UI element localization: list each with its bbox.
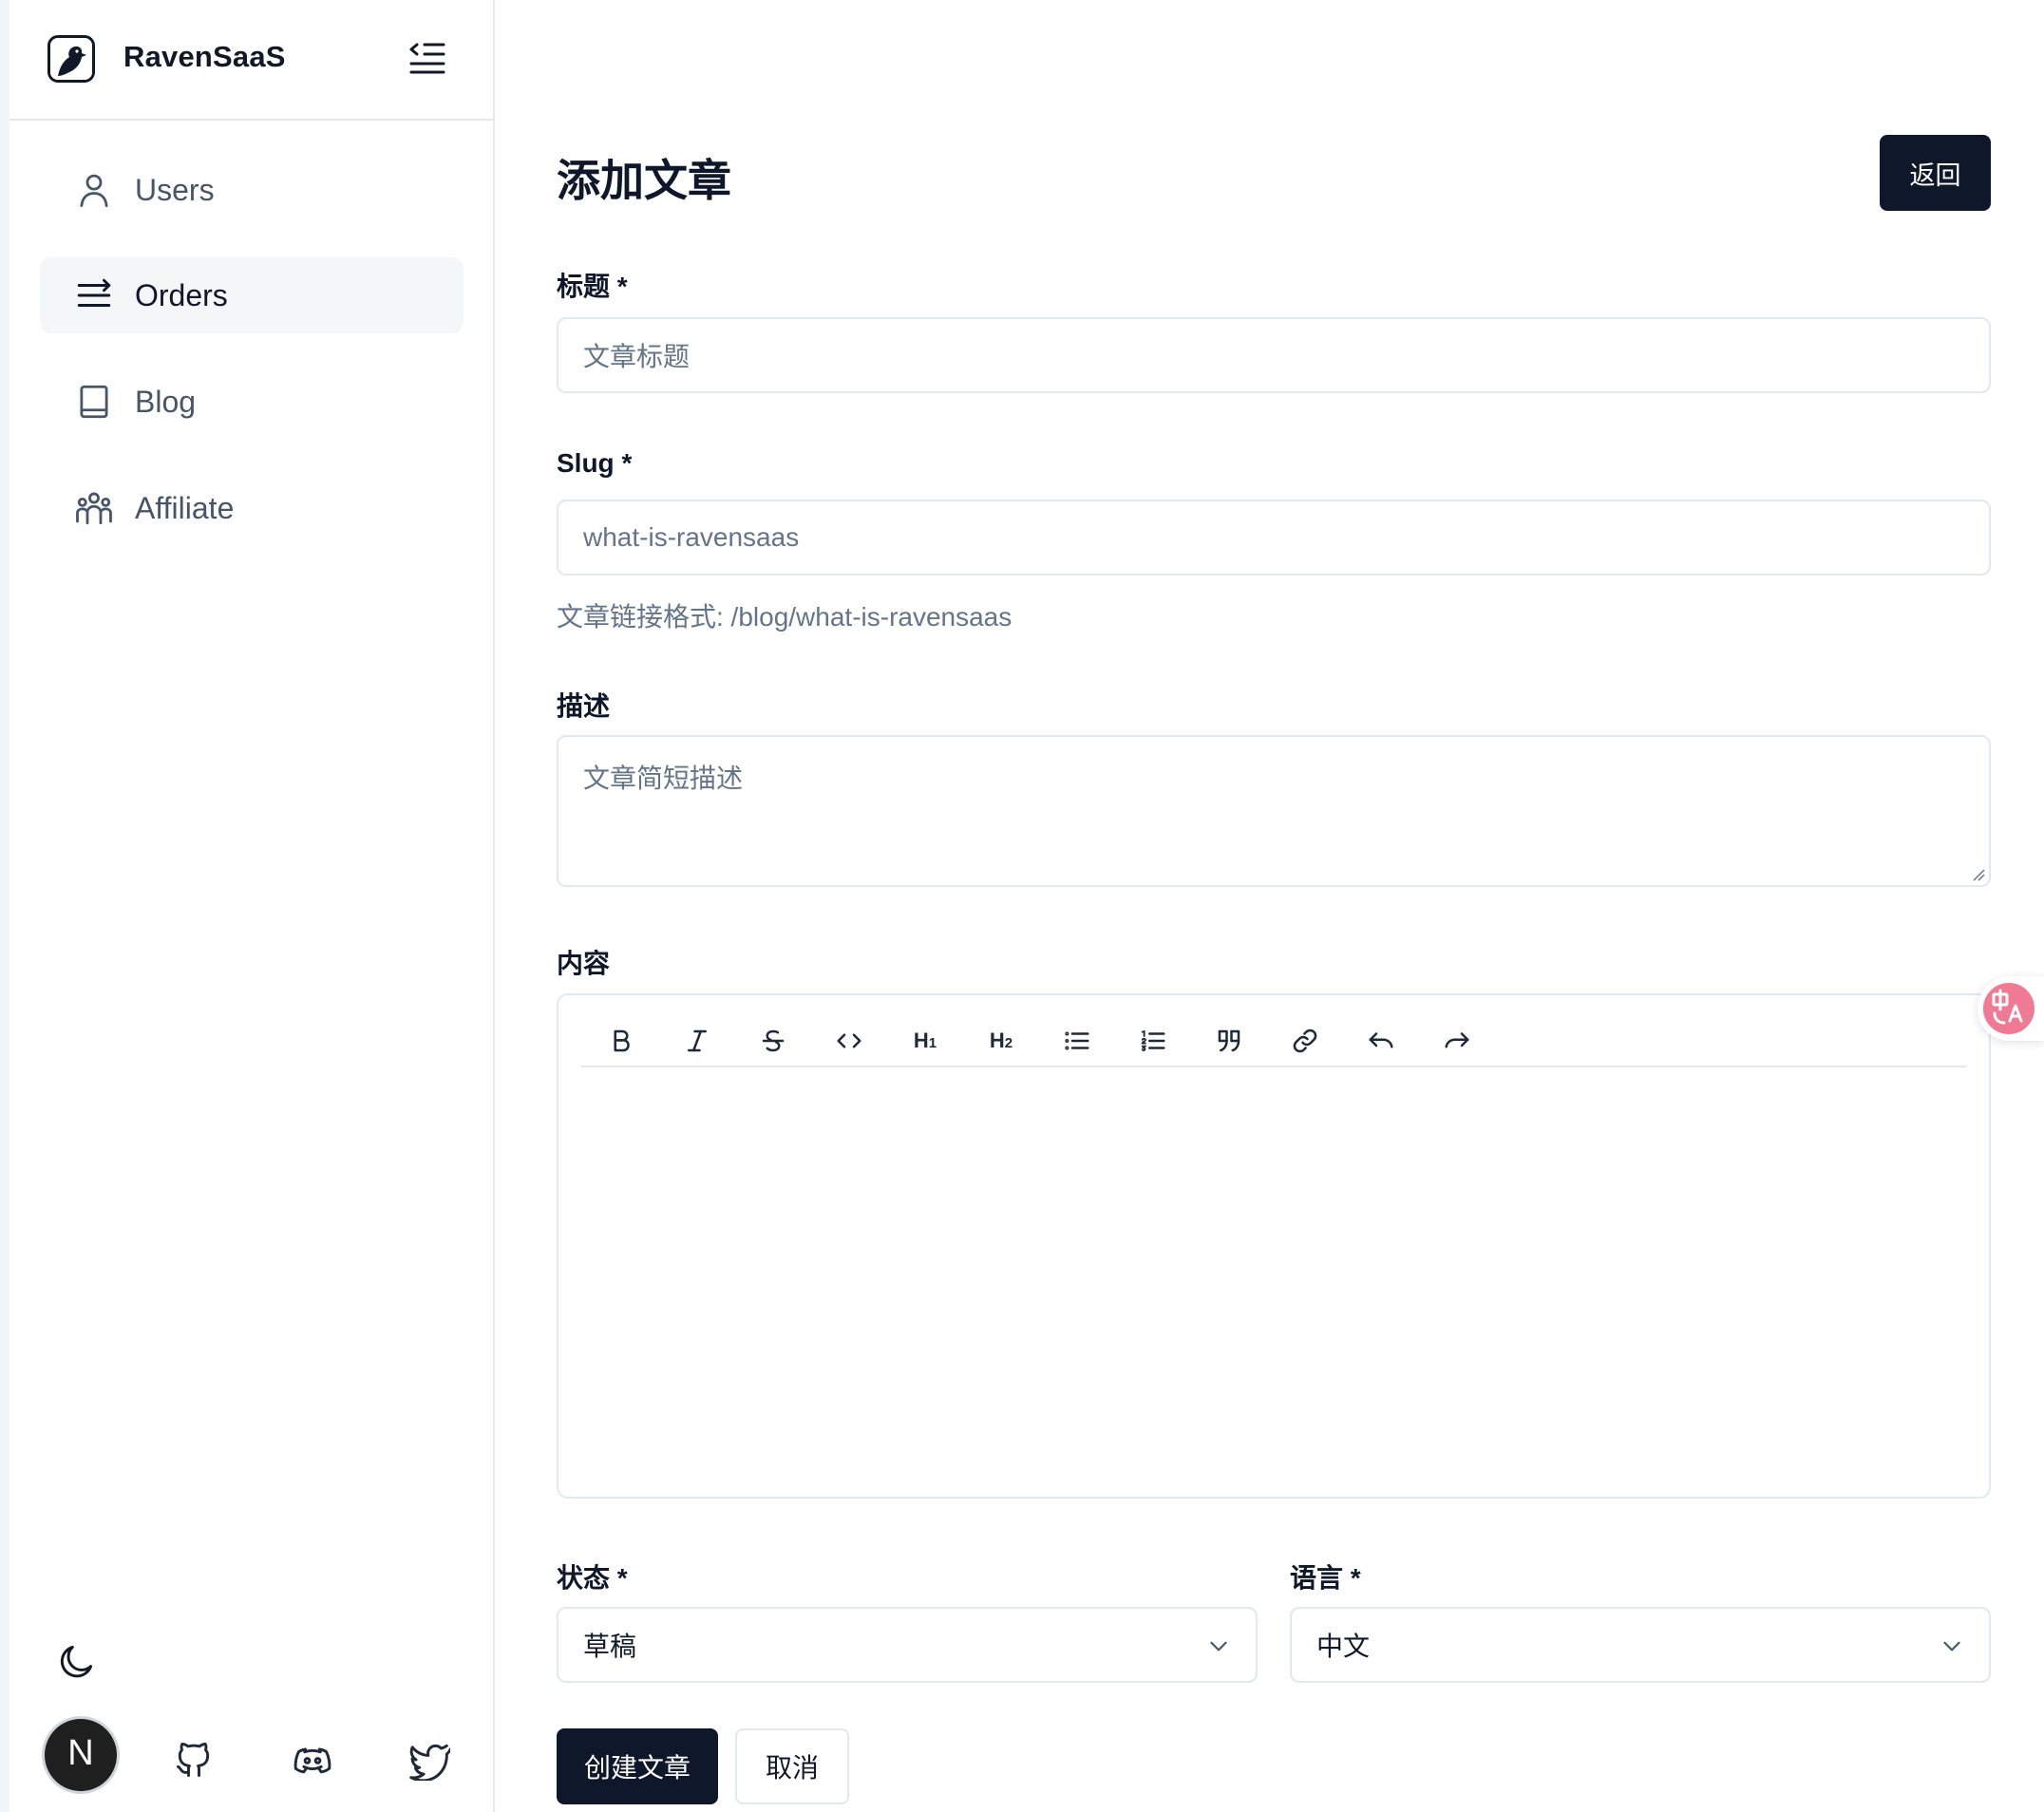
description-textarea[interactable]: 文章简短描述 — [557, 735, 1991, 887]
slug-help-text: 文章链接格式: /blog/what-is-ravensaas — [557, 602, 1013, 632]
orders-list-icon — [74, 275, 114, 315]
language-value: 中文 — [1316, 1632, 1371, 1661]
sidebar-item-label: Users — [135, 173, 215, 207]
sidebar-item-affiliate[interactable]: Affiliate — [40, 470, 464, 546]
sidebar-item-blog[interactable]: Blog — [40, 364, 464, 440]
heading-1-icon[interactable]: H1 — [904, 1020, 946, 1062]
ordered-list-icon[interactable] — [1132, 1020, 1174, 1062]
sidebar: RavenSaaS Users Orders Blog Affiliate N — [9, 0, 495, 1812]
bold-icon[interactable] — [600, 1020, 642, 1062]
twitter-icon[interactable] — [408, 1739, 450, 1781]
sidebar-header: RavenSaaS — [9, 0, 493, 121]
language-select[interactable]: 中文 — [1290, 1607, 1991, 1683]
translate-icon — [1983, 983, 2035, 1034]
description-placeholder: 文章简短描述 — [583, 764, 744, 793]
language-field-label: 语言 * — [1290, 1563, 1361, 1593]
app-name: RavenSaaS — [123, 40, 286, 73]
slug-field-label: Slug * — [557, 448, 633, 478]
heading-2-icon[interactable]: H2 — [980, 1020, 1022, 1062]
content-field-label: 内容 — [557, 949, 611, 978]
window-edge — [0, 0, 9, 1812]
page-title: 添加文章 — [557, 156, 731, 205]
rich-text-editor: H1 H2 — [557, 993, 1991, 1499]
title-field-label: 标题 * — [557, 272, 628, 301]
translate-widget[interactable] — [1978, 976, 2044, 1041]
people-group-icon — [74, 488, 114, 528]
avatar-letter: N — [67, 1733, 94, 1773]
chevron-down-icon — [1206, 1633, 1231, 1658]
sidebar-item-label: Blog — [135, 385, 197, 419]
github-icon[interactable] — [173, 1739, 215, 1781]
italic-icon[interactable] — [676, 1020, 718, 1062]
sidebar-item-orders[interactable]: Orders — [40, 257, 464, 333]
chevron-down-icon — [1940, 1633, 1964, 1658]
create-article-button[interactable]: 创建文章 — [557, 1728, 718, 1804]
editor-content-area[interactable] — [581, 1081, 1966, 1478]
status-value: 草稿 — [583, 1632, 637, 1661]
status-select[interactable]: 草稿 — [557, 1607, 1258, 1683]
blockquote-icon[interactable] — [1208, 1020, 1250, 1062]
description-field-label: 描述 — [557, 691, 611, 721]
avatar[interactable]: N — [45, 1719, 117, 1791]
cancel-button[interactable]: 取消 — [735, 1728, 849, 1804]
user-icon — [74, 170, 114, 210]
moon-icon[interactable] — [55, 1641, 97, 1683]
resize-handle-icon[interactable] — [1972, 868, 1985, 881]
title-placeholder: 文章标题 — [583, 342, 691, 371]
discord-icon[interactable] — [292, 1739, 333, 1781]
sidebar-collapse-icon[interactable] — [408, 41, 446, 75]
link-icon[interactable] — [1284, 1020, 1326, 1062]
raven-logo-icon — [47, 35, 95, 83]
sidebar-item-label: Affiliate — [135, 491, 235, 525]
editor-toolbar: H1 H2 — [581, 1014, 1966, 1067]
slug-input[interactable]: what-is-ravensaas — [557, 500, 1991, 576]
strikethrough-icon[interactable] — [752, 1020, 794, 1062]
sidebar-item-users[interactable]: Users — [40, 152, 464, 228]
book-icon — [74, 382, 114, 422]
status-field-label: 状态 * — [557, 1563, 628, 1593]
code-icon[interactable] — [828, 1020, 870, 1062]
sidebar-item-label: Orders — [135, 278, 228, 312]
title-input[interactable]: 文章标题 — [557, 317, 1991, 393]
back-button[interactable]: 返回 — [1880, 135, 1991, 211]
undo-icon[interactable] — [1360, 1020, 1402, 1062]
redo-icon[interactable] — [1436, 1020, 1478, 1062]
bullet-list-icon[interactable] — [1056, 1020, 1098, 1062]
slug-placeholder: what-is-ravensaas — [583, 522, 800, 552]
